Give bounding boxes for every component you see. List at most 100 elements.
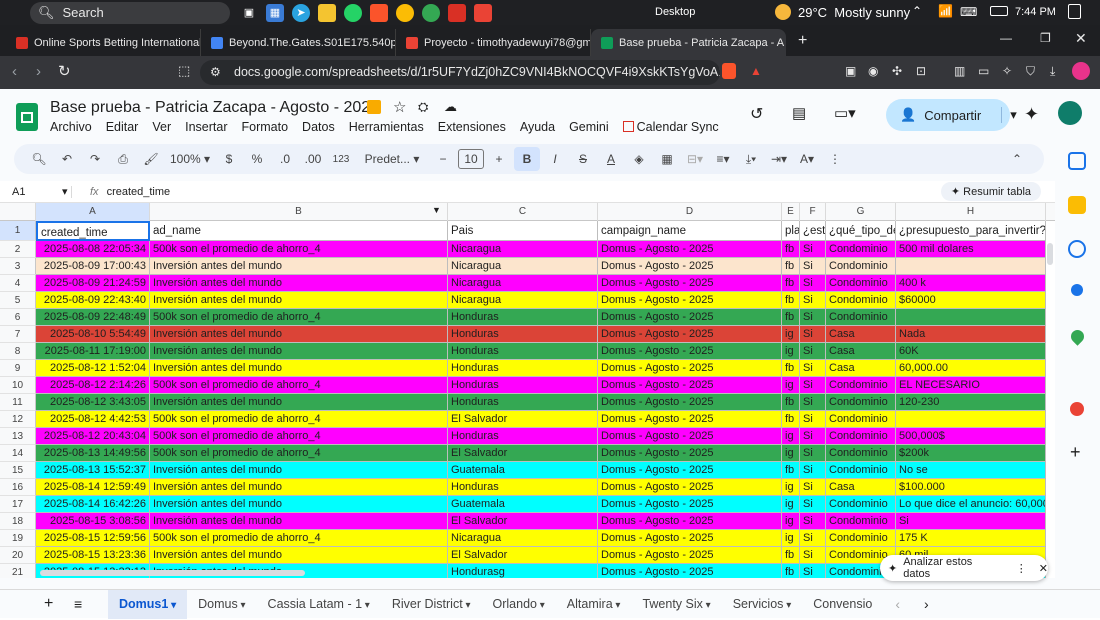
- more-options-icon[interactable]: ⋮: [822, 147, 848, 171]
- table-cell[interactable]: Si: [800, 258, 826, 275]
- table-cell[interactable]: Condominio: [826, 309, 896, 326]
- leo-icon[interactable]: ✧: [1002, 64, 1012, 78]
- menu-item[interactable]: Archivo: [50, 120, 92, 134]
- sheet-tab[interactable]: Convensio: [802, 590, 883, 619]
- table-cell[interactable]: Inversión antes del mundo: [150, 479, 448, 496]
- table-cell[interactable]: Condominio: [826, 275, 896, 292]
- chevron-down-icon[interactable]: ▾: [613, 600, 620, 611]
- table-cell[interactable]: ig: [782, 445, 800, 462]
- column-header[interactable]: B: [150, 203, 448, 221]
- table-cell[interactable]: 2025-08-14 12:59:49: [36, 479, 150, 496]
- table-cell[interactable]: fb: [782, 394, 800, 411]
- sheet-tab[interactable]: Altamira ▾: [556, 590, 632, 619]
- header-cell[interactable]: pla: [782, 221, 800, 241]
- menu-item[interactable]: Extensiones: [438, 120, 506, 134]
- table-cell[interactable]: 2025-08-09 17:00:43: [36, 258, 150, 275]
- row-number[interactable]: 6: [0, 309, 36, 326]
- table-cell[interactable]: Si: [800, 564, 826, 578]
- row-number[interactable]: 15: [0, 462, 36, 479]
- table-cell[interactable]: ig: [782, 428, 800, 445]
- font-size-input[interactable]: 10: [458, 149, 484, 169]
- text-color-icon[interactable]: A: [598, 147, 624, 171]
- bold-icon[interactable]: B: [514, 147, 540, 171]
- close-window-icon[interactable]: ✕: [1075, 30, 1087, 47]
- history-icon[interactable]: ↺: [750, 104, 763, 124]
- task-view-icon[interactable]: ▣: [240, 4, 258, 22]
- header-cell[interactable]: ¿est: [800, 221, 826, 241]
- table-cell[interactable]: Inversión antes del mundo: [150, 394, 448, 411]
- telegram-icon[interactable]: ➤: [292, 3, 310, 22]
- table-cell[interactable]: Casa: [826, 326, 896, 343]
- row-number[interactable]: 1: [0, 221, 36, 241]
- share-button[interactable]: 👤 Compartir ▾: [886, 99, 1017, 131]
- table-cell[interactable]: [896, 309, 1046, 326]
- wallet-icon[interactable]: ▭: [978, 64, 989, 78]
- header-cell[interactable]: ¿qué_tipo_de: [826, 221, 896, 241]
- close-chip-icon[interactable]: ✕: [1039, 562, 1048, 575]
- brave-icon[interactable]: [370, 3, 388, 22]
- percent-icon[interactable]: %: [244, 147, 270, 171]
- row-number[interactable]: 8: [0, 343, 36, 360]
- shield-icon[interactable]: ⛉: [1026, 64, 1035, 79]
- download-icon[interactable]: ⤓: [1050, 64, 1055, 79]
- table-cell[interactable]: 500k son el promedio de ahorro_4: [150, 241, 448, 258]
- row-number[interactable]: 18: [0, 513, 36, 530]
- reload-icon[interactable]: ↻: [58, 62, 71, 80]
- table-cell[interactable]: 500k son el promedio de ahorro_4: [150, 411, 448, 428]
- table-cell[interactable]: Domus - Agosto - 2025: [598, 377, 782, 394]
- column-header[interactable]: D: [598, 203, 782, 221]
- document-title[interactable]: Base prueba - Patricia Zacapa - Agosto -…: [50, 99, 379, 117]
- row-number[interactable]: 9: [0, 360, 36, 377]
- table-cell[interactable]: 120-230: [896, 394, 1046, 411]
- back-icon[interactable]: ‹: [12, 63, 17, 80]
- table-cell[interactable]: Nicaragua: [448, 530, 598, 547]
- table-cell[interactable]: fb: [782, 564, 800, 578]
- table-cell[interactable]: $60000: [896, 292, 1046, 309]
- header-cell[interactable]: Pais: [448, 221, 598, 241]
- table-cell[interactable]: Si: [800, 445, 826, 462]
- table-cell[interactable]: Inversión antes del mundo: [150, 513, 448, 530]
- row-number[interactable]: 14: [0, 445, 36, 462]
- sheet-tab[interactable]: River District ▾: [381, 590, 482, 619]
- menu-item[interactable]: Ayuda: [520, 120, 555, 134]
- table-cell[interactable]: ig: [782, 496, 800, 513]
- table-cell[interactable]: Inversión antes del mundo: [150, 360, 448, 377]
- collapse-menus-icon[interactable]: ⌃: [1004, 147, 1030, 171]
- row-number[interactable]: 17: [0, 496, 36, 513]
- print-icon[interactable]: ⎙: [110, 147, 136, 171]
- menu-item[interactable]: Formato: [242, 120, 289, 134]
- sheet-tab[interactable]: Domus ▾: [187, 590, 256, 619]
- table-cell[interactable]: Inversión antes del mundo: [150, 275, 448, 292]
- table-cell[interactable]: Domus - Agosto - 2025: [598, 445, 782, 462]
- table-cell[interactable]: Si: [800, 343, 826, 360]
- cloud-status-icon[interactable]: ☁: [444, 99, 457, 115]
- table-cell[interactable]: Domus - Agosto - 2025: [598, 394, 782, 411]
- strikethrough-icon[interactable]: S: [570, 147, 596, 171]
- column-header[interactable]: E: [782, 203, 800, 221]
- brave-profile-icon[interactable]: [448, 3, 466, 22]
- table-cell[interactable]: Hondurasg: [448, 564, 598, 578]
- restore-icon[interactable]: ❐: [1040, 31, 1051, 45]
- summarize-button[interactable]: ✦ Resumir tabla: [940, 182, 1041, 201]
- widgets-icon[interactable]: ▦: [266, 3, 284, 22]
- table-cell[interactable]: Condominio: [826, 462, 896, 479]
- table-cell[interactable]: Si: [800, 394, 826, 411]
- table-cell[interactable]: Condominio: [826, 241, 896, 258]
- table-cell[interactable]: Inversión antes del mundo: [150, 326, 448, 343]
- font-size-plus-icon[interactable]: +: [486, 147, 512, 171]
- chevron-down-icon[interactable]: ▾: [168, 600, 176, 611]
- table-cell[interactable]: ig: [782, 377, 800, 394]
- table-cell[interactable]: 2025-08-13 15:52:37: [36, 462, 150, 479]
- table-cell[interactable]: El Salvador: [448, 547, 598, 564]
- table-cell[interactable]: 60,000.00: [896, 360, 1046, 377]
- table-cell[interactable]: ig: [782, 530, 800, 547]
- vertical-align-icon[interactable]: ⤓▾: [738, 147, 764, 171]
- table-cell[interactable]: 2025-08-09 22:43:40: [36, 292, 150, 309]
- folder-icon[interactable]: [318, 3, 336, 22]
- text-wrap-icon[interactable]: ⇥▾: [766, 147, 792, 171]
- table-cell[interactable]: fb: [782, 258, 800, 275]
- table-cell[interactable]: fb: [782, 547, 800, 564]
- more-vert-icon[interactable]: ⋮: [1016, 562, 1027, 575]
- menu-item-calendar-sync[interactable]: Calendar Sync: [622, 120, 719, 134]
- browser-tab-2[interactable]: Proyecto - timothyadewuyi78@gmail: [396, 29, 591, 56]
